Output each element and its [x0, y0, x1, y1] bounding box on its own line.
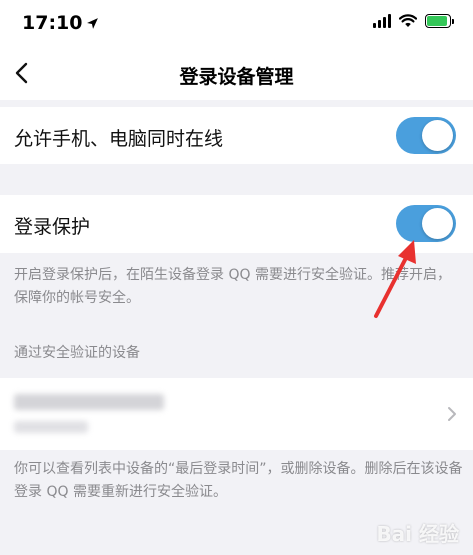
signal-icon: [373, 14, 391, 28]
battery-charging-icon: [425, 14, 454, 28]
status-time: 17:10: [22, 12, 99, 34]
chevron-right-icon: [448, 407, 456, 421]
annotation-arrow: [374, 240, 416, 318]
location-arrow-icon: [87, 17, 99, 29]
login-protection-label: 登录保护: [14, 216, 91, 238]
simultaneous-online-label: 允许手机、电脑同时在线: [14, 128, 224, 150]
device-name-redacted: [14, 394, 164, 410]
page-title: 登录设备管理: [179, 66, 294, 88]
time-text: 17:10: [22, 12, 83, 34]
setting-row-simultaneous-online: 允许手机、电脑同时在线: [0, 107, 473, 164]
toggle-knob: [422, 120, 453, 151]
watermark: Bai 经验: [376, 522, 459, 546]
toggle-knob: [422, 208, 453, 239]
login-protection-toggle[interactable]: [396, 205, 456, 242]
wifi-icon: [399, 14, 417, 27]
device-list-item[interactable]: [0, 378, 473, 450]
status-bar: 17:10: [0, 0, 473, 46]
simultaneous-online-toggle[interactable]: [396, 117, 456, 154]
device-model-redacted: [14, 421, 88, 433]
nav-bar: 登录设备管理: [0, 46, 473, 100]
devices-footer-note: 你可以查看列表中设备的“最后登录时间”，或删除设备。删除后在该设备登录 QQ 需…: [14, 461, 463, 500]
section-title-verified-devices: 通过安全验证的设备: [14, 345, 140, 361]
status-icons: [373, 14, 454, 28]
